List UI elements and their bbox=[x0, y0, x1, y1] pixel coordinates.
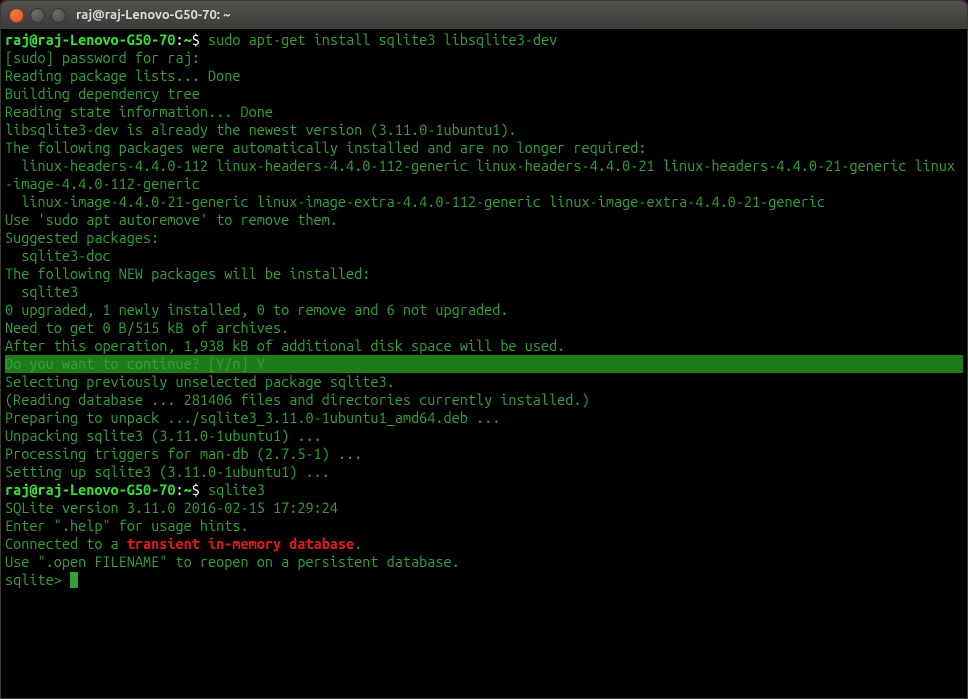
prompt-sep: : bbox=[176, 31, 184, 48]
terminal-window: raj@raj-Lenovo-G50-70: ~ raj@raj-Lenovo-… bbox=[0, 0, 968, 699]
cursor-icon bbox=[70, 572, 78, 588]
window-title: raj@raj-Lenovo-G50-70: ~ bbox=[76, 8, 230, 22]
output-line: SQLite version 3.11.0 2016-02-15 17:29:2… bbox=[5, 499, 963, 517]
output-line: Use ".open FILENAME" to reopen on a pers… bbox=[5, 553, 963, 571]
output-line: Unpacking sqlite3 (3.11.0-1ubuntu1) ... bbox=[5, 427, 963, 445]
maximize-icon[interactable] bbox=[51, 8, 66, 23]
output-line: The following packages were automaticall… bbox=[5, 139, 963, 157]
sqlite-prompt: sqlite> bbox=[5, 571, 70, 588]
prompt-path: ~ bbox=[184, 31, 192, 48]
transient-db-text: transient in-memory database bbox=[127, 535, 354, 552]
text-segment: Connected to a bbox=[5, 535, 127, 552]
output-line: (Reading database ... 281406 files and d… bbox=[5, 391, 963, 409]
prompt-dollar: $ bbox=[192, 481, 200, 498]
window-controls bbox=[9, 8, 66, 23]
output-line: Suggested packages: bbox=[5, 229, 963, 247]
output-line: linux-image-4.4.0-21-generic linux-image… bbox=[5, 193, 963, 211]
output-line: [sudo] password for raj: bbox=[5, 49, 963, 67]
output-line: Building dependency tree bbox=[5, 85, 963, 103]
text-segment: . bbox=[354, 535, 362, 552]
output-line: Need to get 0 B/515 kB of archives. bbox=[5, 319, 963, 337]
prompt-line: raj@raj-Lenovo-G50-70:~$ sqlite3 bbox=[5, 481, 963, 499]
prompt-dollar: $ bbox=[192, 31, 200, 48]
prompt-userhost: raj@raj-Lenovo-G50-70 bbox=[5, 481, 176, 498]
output-line: Reading package lists... Done bbox=[5, 67, 963, 85]
output-line: Processing triggers for man-db (2.7.5-1)… bbox=[5, 445, 963, 463]
output-line: Connected to a transient in-memory datab… bbox=[5, 535, 963, 553]
output-line: Setting up sqlite3 (3.11.0-1ubuntu1) ... bbox=[5, 463, 963, 481]
prompt-line: raj@raj-Lenovo-G50-70:~$ sudo apt-get in… bbox=[5, 31, 963, 49]
prompt-userhost: raj@raj-Lenovo-G50-70 bbox=[5, 31, 176, 48]
output-line: sqlite3-doc bbox=[5, 247, 963, 265]
output-line: Selecting previously unselected package … bbox=[5, 373, 963, 391]
output-line: After this operation, 1,938 kB of additi… bbox=[5, 337, 963, 355]
output-line: Enter ".help" for usage hints. bbox=[5, 517, 963, 535]
output-line: Use 'sudo apt autoremove' to remove them… bbox=[5, 211, 963, 229]
command-text: sqlite3 bbox=[200, 481, 265, 498]
output-line: sqlite3 bbox=[5, 283, 963, 301]
output-line: libsqlite3-dev is already the newest ver… bbox=[5, 121, 963, 139]
window-titlebar[interactable]: raj@raj-Lenovo-G50-70: ~ bbox=[1, 1, 967, 29]
sqlite-prompt-line: sqlite> bbox=[5, 571, 963, 589]
close-icon[interactable] bbox=[9, 8, 24, 23]
highlighted-prompt-line: Do you want to continue? [Y/n] Y bbox=[5, 355, 963, 373]
output-line: 0 upgraded, 1 newly installed, 0 to remo… bbox=[5, 301, 963, 319]
output-line: Preparing to unpack .../sqlite3_3.11.0-1… bbox=[5, 409, 963, 427]
command-text: sudo apt-get install sqlite3 libsqlite3-… bbox=[200, 31, 557, 48]
output-line: The following NEW packages will be insta… bbox=[5, 265, 963, 283]
minimize-icon[interactable] bbox=[30, 8, 45, 23]
terminal-body[interactable]: raj@raj-Lenovo-G50-70:~$ sudo apt-get in… bbox=[1, 29, 967, 698]
output-line: linux-headers-4.4.0-112 linux-headers-4.… bbox=[5, 157, 963, 193]
prompt-path: ~ bbox=[184, 481, 192, 498]
output-line: Reading state information... Done bbox=[5, 103, 963, 121]
prompt-sep: : bbox=[176, 481, 184, 498]
